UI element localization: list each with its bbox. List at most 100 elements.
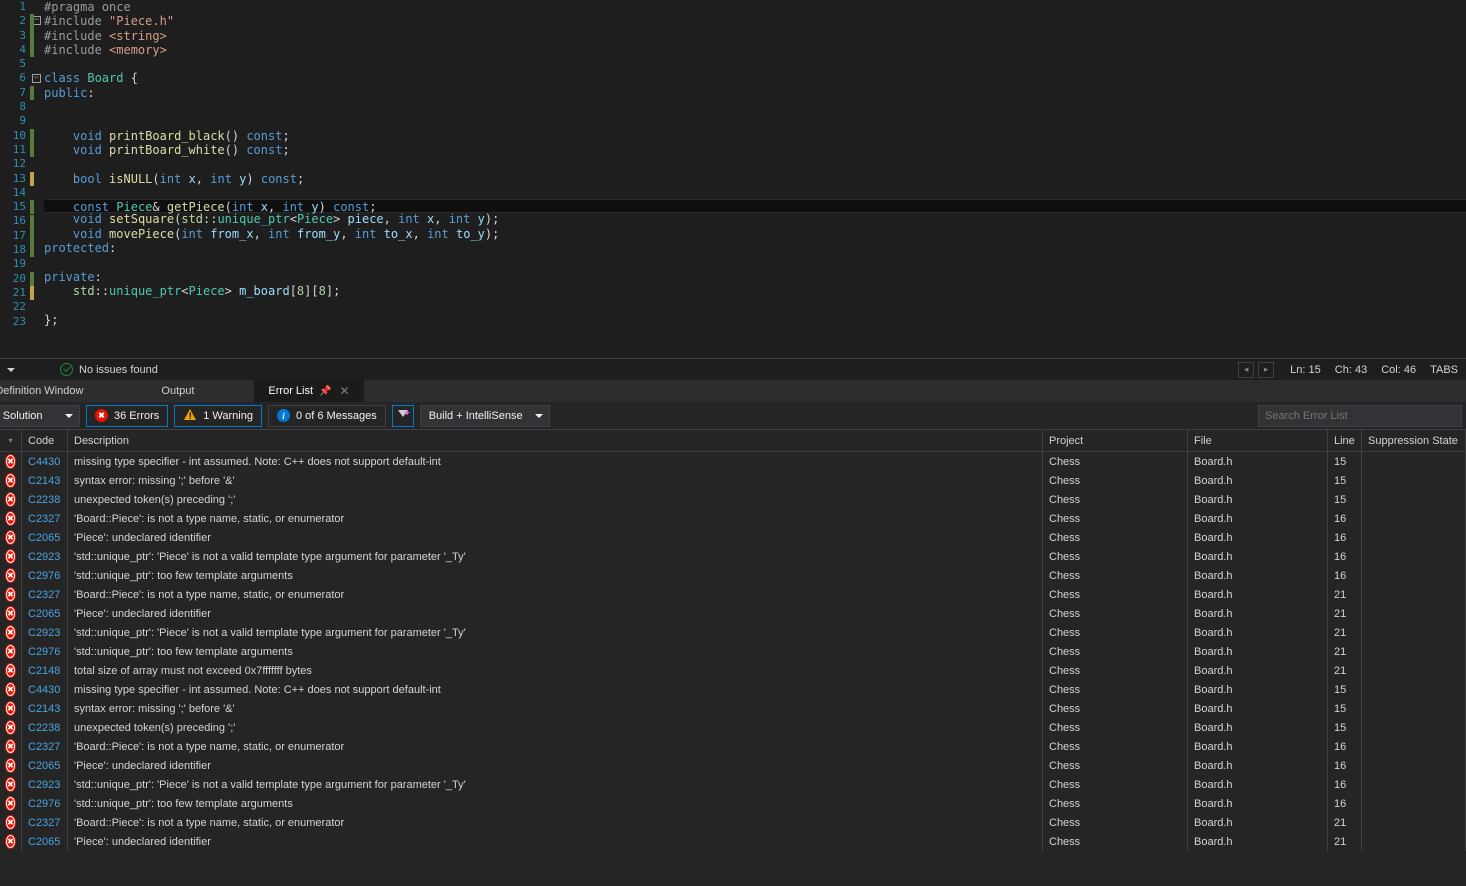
code-line[interactable]: std::unique_ptr<Piece> m_board[8][8]; bbox=[44, 284, 1466, 298]
error-code[interactable]: C2976 bbox=[22, 566, 68, 585]
error-row[interactable]: C2065'Piece': undeclared identifierChess… bbox=[0, 604, 1466, 623]
error-code[interactable]: C2238 bbox=[22, 490, 68, 509]
error-code[interactable]: C2148 bbox=[22, 661, 68, 680]
error-row[interactable]: C4430missing type specifier - int assume… bbox=[0, 452, 1466, 471]
code-line[interactable]: void printBoard_white() const; bbox=[44, 143, 1466, 157]
header-description[interactable]: Description bbox=[68, 430, 1043, 451]
error-row[interactable]: C2065'Piece': undeclared identifierChess… bbox=[0, 832, 1466, 851]
error-row[interactable]: C4430missing type specifier - int assume… bbox=[0, 680, 1466, 699]
error-code[interactable]: C2976 bbox=[22, 794, 68, 813]
fold-toggle[interactable]: − bbox=[32, 74, 41, 83]
header-file[interactable]: File bbox=[1188, 430, 1328, 451]
close-icon[interactable]: ✕ bbox=[340, 384, 350, 398]
error-row[interactable]: C2327'Board::Piece': is not a type name,… bbox=[0, 813, 1466, 832]
nav-forward-button[interactable]: ▸ bbox=[1258, 362, 1274, 378]
code-line[interactable] bbox=[44, 298, 1466, 312]
code-line[interactable]: bool isNULL(int x, int y) const; bbox=[44, 172, 1466, 186]
editor-split-button[interactable] bbox=[0, 360, 22, 380]
error-code[interactable]: C2327 bbox=[22, 813, 68, 832]
search-error-list-input[interactable] bbox=[1258, 405, 1462, 427]
error-row[interactable]: C2238unexpected token(s) preceding ';'Ch… bbox=[0, 490, 1466, 509]
warnings-filter-button[interactable]: 1 Warning bbox=[174, 405, 262, 427]
messages-filter-button[interactable]: 0 of 6 Messages bbox=[268, 405, 386, 427]
scope-combo[interactable]: Entire Solution bbox=[0, 405, 80, 427]
error-code[interactable]: C2923 bbox=[22, 547, 68, 566]
error-code[interactable]: C2923 bbox=[22, 775, 68, 794]
error-table[interactable]: ▾ Code Description Project File Line Sup… bbox=[0, 430, 1466, 886]
code-line[interactable]: #pragma once bbox=[44, 0, 1466, 14]
error-code[interactable]: C4430 bbox=[22, 452, 68, 471]
error-row[interactable]: C2327'Board::Piece': is not a type name,… bbox=[0, 509, 1466, 528]
code-line[interactable]: #include <memory> bbox=[44, 43, 1466, 57]
error-row[interactable]: C2327'Board::Piece': is not a type name,… bbox=[0, 585, 1466, 604]
code-area[interactable]: #pragma once#include "Piece.h"#include <… bbox=[44, 0, 1466, 358]
code-line[interactable] bbox=[44, 186, 1466, 200]
error-row[interactable]: C2238unexpected token(s) preceding ';'Ch… bbox=[0, 718, 1466, 737]
error-code[interactable]: C2327 bbox=[22, 509, 68, 528]
nav-back-button[interactable]: ◂ bbox=[1238, 362, 1254, 378]
code-line[interactable]: private: bbox=[44, 270, 1466, 284]
editor-status-bar: No issues found ◂ ▸ Ln: 15 Ch: 43 Col: 4… bbox=[0, 358, 1466, 380]
header-project[interactable]: Project bbox=[1043, 430, 1188, 451]
error-row[interactable]: C2327'Board::Piece': is not a type name,… bbox=[0, 737, 1466, 756]
error-suppression bbox=[1362, 509, 1466, 528]
error-row[interactable]: C2065'Piece': undeclared identifierChess… bbox=[0, 756, 1466, 775]
pin-icon[interactable]: 📌 bbox=[319, 386, 331, 397]
tab-error-list[interactable]: Error List 📌 ✕ bbox=[254, 380, 363, 402]
error-code[interactable]: C2327 bbox=[22, 737, 68, 756]
code-line[interactable] bbox=[44, 157, 1466, 171]
error-code[interactable]: C2238 bbox=[22, 718, 68, 737]
error-row[interactable]: C2976'std::unique_ptr': too few template… bbox=[0, 794, 1466, 813]
code-line[interactable]: void setSquare(std::unique_ptr<Piece> pi… bbox=[44, 212, 1466, 226]
code-line[interactable] bbox=[44, 100, 1466, 114]
code-line[interactable]: void movePiece(int from_x, int from_y, i… bbox=[44, 227, 1466, 241]
error-code[interactable]: C2143 bbox=[22, 699, 68, 718]
header-severity[interactable]: ▾ bbox=[0, 430, 22, 451]
error-code[interactable]: C2065 bbox=[22, 756, 68, 775]
errors-filter-button[interactable]: 36 Errors bbox=[86, 405, 168, 427]
code-line[interactable] bbox=[44, 57, 1466, 71]
error-row[interactable]: C2143syntax error: missing ';' before '&… bbox=[0, 699, 1466, 718]
error-suppression bbox=[1362, 623, 1466, 642]
error-code[interactable]: C2065 bbox=[22, 832, 68, 851]
error-code[interactable]: C2065 bbox=[22, 528, 68, 547]
error-code[interactable]: C2327 bbox=[22, 585, 68, 604]
error-row[interactable]: C2148total size of array must not exceed… bbox=[0, 661, 1466, 680]
error-row[interactable]: C2065'Piece': undeclared identifierChess… bbox=[0, 528, 1466, 547]
header-line[interactable]: Line bbox=[1328, 430, 1362, 451]
header-code[interactable]: Code bbox=[22, 430, 68, 451]
error-code[interactable]: C2065 bbox=[22, 604, 68, 623]
source-combo[interactable]: Build + IntelliSense bbox=[420, 405, 550, 427]
code-line[interactable]: #include "Piece.h" bbox=[44, 14, 1466, 28]
error-icon bbox=[6, 493, 15, 506]
error-code[interactable]: C2923 bbox=[22, 623, 68, 642]
code-line[interactable] bbox=[44, 114, 1466, 128]
tab-output[interactable]: Output bbox=[147, 380, 254, 402]
code-line[interactable]: protected: bbox=[44, 241, 1466, 255]
error-line: 16 bbox=[1328, 775, 1362, 794]
indent-mode[interactable]: TABS bbox=[1430, 364, 1458, 376]
error-row[interactable]: C2976'std::unique_ptr': too few template… bbox=[0, 566, 1466, 585]
table-header-row[interactable]: ▾ Code Description Project File Line Sup… bbox=[0, 430, 1466, 452]
error-row[interactable]: C2923'std::unique_ptr': 'Piece' is not a… bbox=[0, 775, 1466, 794]
code-line[interactable]: const Piece& getPiece(int x, int y) cons… bbox=[44, 199, 1466, 213]
code-editor[interactable]: 1234567891011121314151617181920212223 −−… bbox=[0, 0, 1466, 358]
error-line: 15 bbox=[1328, 452, 1362, 471]
header-suppression-state[interactable]: Suppression State bbox=[1362, 430, 1466, 451]
error-code[interactable]: C4430 bbox=[22, 680, 68, 699]
clear-filter-button[interactable]: ✦ bbox=[392, 405, 414, 427]
error-code[interactable]: C2976 bbox=[22, 642, 68, 661]
code-line[interactable]: public: bbox=[44, 86, 1466, 100]
code-line[interactable]: void printBoard_black() const; bbox=[44, 129, 1466, 143]
code-line[interactable]: }; bbox=[44, 313, 1466, 327]
error-line: 21 bbox=[1328, 604, 1362, 623]
error-row[interactable]: C2923'std::unique_ptr': 'Piece' is not a… bbox=[0, 547, 1466, 566]
tab-code-definition-window[interactable]: Code Definition Window bbox=[0, 380, 147, 402]
error-row[interactable]: C2143syntax error: missing ';' before '&… bbox=[0, 471, 1466, 490]
error-row[interactable]: C2976'std::unique_ptr': too few template… bbox=[0, 642, 1466, 661]
code-line[interactable] bbox=[44, 255, 1466, 269]
code-line[interactable]: class Board { bbox=[44, 71, 1466, 85]
error-code[interactable]: C2143 bbox=[22, 471, 68, 490]
error-row[interactable]: C2923'std::unique_ptr': 'Piece' is not a… bbox=[0, 623, 1466, 642]
code-line[interactable]: #include <string> bbox=[44, 29, 1466, 43]
